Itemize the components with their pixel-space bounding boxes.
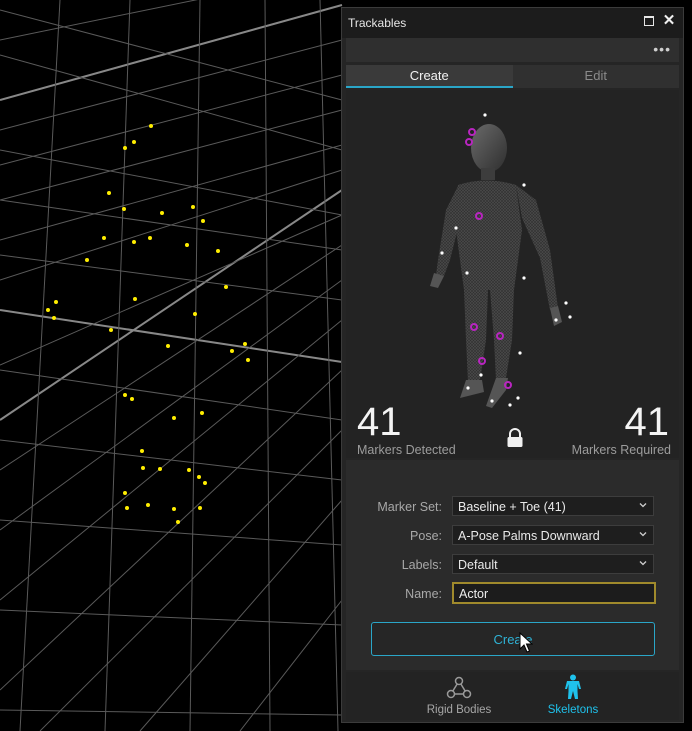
markers-required-label: Markers Required bbox=[571, 443, 671, 457]
figure-body bbox=[430, 124, 562, 408]
lock-icon[interactable] bbox=[506, 428, 524, 448]
skeleton-form: Marker Set: Baseline + Toe (41) Pose: A-… bbox=[346, 460, 679, 670]
marker-set-label: Marker Set: bbox=[377, 500, 442, 514]
marker-set-row: Marker Set: Baseline + Toe (41) bbox=[346, 496, 679, 518]
marker-set-value: Baseline + Toe (41) bbox=[458, 500, 566, 514]
tab-skeletons[interactable]: Skeletons bbox=[518, 672, 628, 720]
skeleton-preview: 41 Markers Detected 41 Markers Required bbox=[346, 90, 679, 458]
trackables-panel: Trackables ✕ ••• Create Edit 41 Markers … bbox=[341, 7, 684, 723]
bottom-tabs: Rigid Bodies Skeletons bbox=[346, 672, 679, 720]
skeleton-icon bbox=[565, 674, 581, 699]
labels-select[interactable]: Default bbox=[452, 554, 654, 574]
labels-label: Labels: bbox=[401, 558, 442, 572]
name-row: Name: Actor bbox=[346, 582, 679, 604]
more-options-icon[interactable]: ••• bbox=[653, 42, 671, 56]
name-label: Name: bbox=[405, 587, 442, 601]
panel-title: Trackables bbox=[348, 16, 407, 30]
labels-row: Labels: Default bbox=[346, 554, 679, 576]
pose-value: A-Pose Palms Downward bbox=[458, 529, 600, 543]
markers-detected-label: Markers Detected bbox=[357, 443, 456, 457]
pose-label: Pose: bbox=[410, 529, 442, 543]
tab-rigid-bodies[interactable]: Rigid Bodies bbox=[404, 672, 514, 720]
marker-points bbox=[46, 124, 250, 524]
panel-titlebar[interactable]: Trackables ✕ bbox=[342, 8, 683, 38]
mouse-cursor-icon bbox=[519, 632, 533, 653]
floor-grid bbox=[0, 0, 343, 731]
name-input[interactable]: Actor bbox=[452, 582, 656, 604]
labels-value: Default bbox=[458, 558, 498, 572]
rigid-body-icon bbox=[446, 676, 472, 699]
chevron-down-icon bbox=[639, 503, 647, 508]
tab-create[interactable]: Create bbox=[346, 65, 513, 88]
pose-row: Pose: A-Pose Palms Downward bbox=[346, 525, 679, 547]
mode-tabs: Create Edit bbox=[346, 65, 679, 88]
skeleton-figure bbox=[430, 113, 572, 408]
create-button[interactable]: Create bbox=[371, 622, 655, 656]
tab-edit[interactable]: Edit bbox=[512, 65, 679, 88]
panel-toolbar: ••• bbox=[346, 38, 679, 62]
pose-select[interactable]: A-Pose Palms Downward bbox=[452, 525, 654, 545]
maximize-icon[interactable] bbox=[643, 15, 655, 27]
chevron-down-icon bbox=[639, 532, 647, 537]
close-icon[interactable]: ✕ bbox=[663, 13, 676, 28]
chevron-down-icon bbox=[639, 561, 647, 566]
tab-skeletons-label: Skeletons bbox=[547, 704, 599, 716]
marker-set-select[interactable]: Baseline + Toe (41) bbox=[452, 496, 654, 516]
markers-required-count: 41 bbox=[624, 400, 670, 444]
tab-rigid-bodies-label: Rigid Bodies bbox=[426, 704, 492, 716]
markers-detected-count: 41 bbox=[357, 400, 402, 444]
